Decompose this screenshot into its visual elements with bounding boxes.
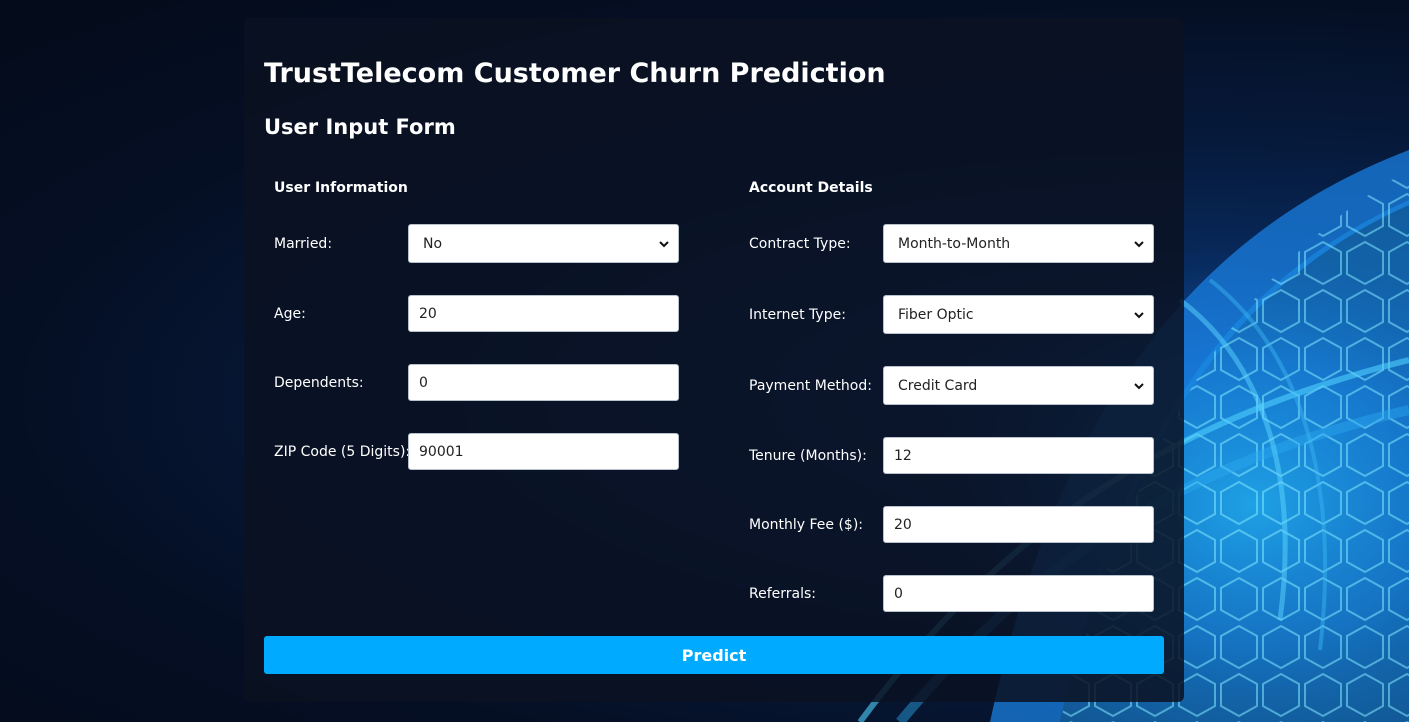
predict-button[interactable]: Predict <box>264 636 1164 674</box>
chevron-down-icon <box>1134 382 1144 389</box>
referrals-label: Referrals: <box>749 586 816 602</box>
payment-method-select-value: Credit Card <box>898 377 978 394</box>
contract-type-select-value: Month-to-Month <box>898 235 1011 252</box>
contract-type-label: Contract Type: <box>749 236 851 252</box>
contract-type-select[interactable]: Month-to-Month <box>883 224 1154 263</box>
user-information-heading: User Information <box>274 180 408 196</box>
internet-type-label: Internet Type: <box>749 307 846 323</box>
dependents-label: Dependents: <box>274 375 364 391</box>
chevron-down-icon <box>659 240 669 247</box>
form-title: User Input Form <box>264 115 456 139</box>
zip-code-label: ZIP Code (5 Digits): <box>274 444 411 460</box>
tenure-label: Tenure (Months): <box>749 448 867 464</box>
form-card: TrustTelecom Customer Churn Prediction U… <box>244 18 1184 702</box>
age-input[interactable] <box>408 295 679 332</box>
chevron-down-icon <box>1134 240 1144 247</box>
payment-method-select[interactable]: Credit Card <box>883 366 1154 405</box>
tenure-input[interactable] <box>883 437 1154 474</box>
internet-type-select[interactable]: Fiber Optic <box>883 295 1154 334</box>
account-details-heading: Account Details <box>749 180 873 196</box>
page-title: TrustTelecom Customer Churn Prediction <box>264 58 886 89</box>
chevron-down-icon <box>1134 311 1144 318</box>
monthly-fee-input[interactable] <box>883 506 1154 543</box>
married-select[interactable]: No <box>408 224 679 263</box>
monthly-fee-label: Monthly Fee ($): <box>749 517 864 533</box>
age-label: Age: <box>274 306 306 322</box>
payment-method-label: Payment Method: <box>749 378 872 394</box>
referrals-input[interactable] <box>883 575 1154 612</box>
dependents-input[interactable] <box>408 364 679 401</box>
married-select-value: No <box>423 235 443 252</box>
married-label: Married: <box>274 236 333 252</box>
zip-code-input[interactable] <box>408 433 679 470</box>
internet-type-select-value: Fiber Optic <box>898 306 974 323</box>
